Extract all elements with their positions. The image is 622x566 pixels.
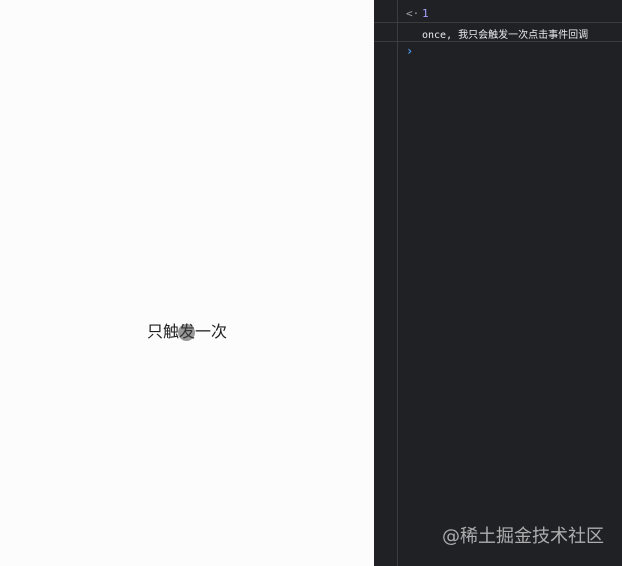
console-gutter-divider	[397, 0, 398, 566]
page-preview: 只触发一次	[0, 0, 374, 566]
log-message[interactable]: once, 我只会触发一次点击事件回调	[422, 26, 588, 41]
console-log-row: once, 我只会触发一次点击事件回调	[374, 23, 622, 42]
prompt-chevron-icon: ›	[406, 44, 414, 58]
return-value[interactable]: 1	[422, 7, 429, 20]
screenshot-root: 只触发一次 <· 1 once, 我只会触发一次点击事件回调 › @稀土掘金技术…	[0, 0, 622, 566]
devtools-console: <· 1 once, 我只会触发一次点击事件回调 › @稀土掘金技术社区	[374, 0, 622, 566]
trigger-once-element[interactable]: 只触发一次	[147, 321, 227, 343]
console-return-row: <· 1	[374, 4, 622, 23]
watermark: @稀土掘金技术社区	[442, 526, 604, 547]
console-prompt-row[interactable]: ›	[374, 42, 622, 60]
return-arrow-icon: <·	[406, 7, 420, 20]
